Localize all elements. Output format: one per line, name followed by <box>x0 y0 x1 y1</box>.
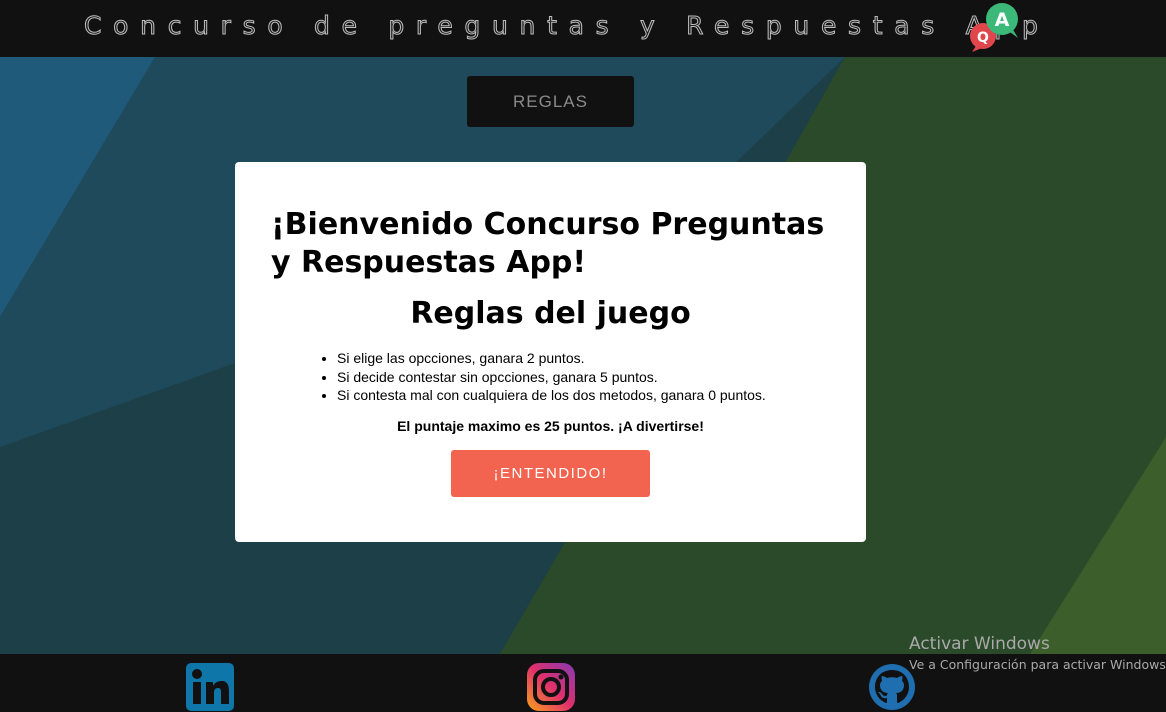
understood-button[interactable]: ¡ENTENDIDO! <box>451 450 650 497</box>
rule-item: Si elige las opcciones, ganara 2 puntos. <box>337 349 766 368</box>
rules-button[interactable]: REGLAS <box>467 76 634 127</box>
instagram-icon[interactable] <box>527 663 575 711</box>
rules-list: Si elige las opcciones, ganara 2 puntos.… <box>337 349 766 405</box>
app-title: Concurso de preguntas y Respuestas App <box>84 11 1050 41</box>
rules-modal: ¡Bienvenido Concurso Preguntas y Respues… <box>235 162 866 542</box>
activate-windows-title: Activar Windows <box>909 634 1050 654</box>
svg-text:Q: Q <box>977 30 989 46</box>
linkedin-icon[interactable] <box>186 663 234 711</box>
rule-item: Si decide contestar sin opcciones, ganar… <box>337 368 766 387</box>
rule-item: Si contesta mal con cualquiera de los do… <box>337 386 766 405</box>
top-bar: Concurso de preguntas y Respuestas App Q… <box>0 0 1166 57</box>
activate-windows-subtitle: Ve a Configuración para activar Windows. <box>909 657 1166 672</box>
max-points-note: El puntaje maximo es 25 puntos. ¡A diver… <box>397 418 704 434</box>
welcome-heading: ¡Bienvenido Concurso Preguntas y Respues… <box>271 207 825 280</box>
svg-text:A: A <box>995 9 1010 31</box>
qa-logo: Q A <box>970 3 1018 52</box>
rules-heading: Reglas del juego <box>410 296 691 331</box>
